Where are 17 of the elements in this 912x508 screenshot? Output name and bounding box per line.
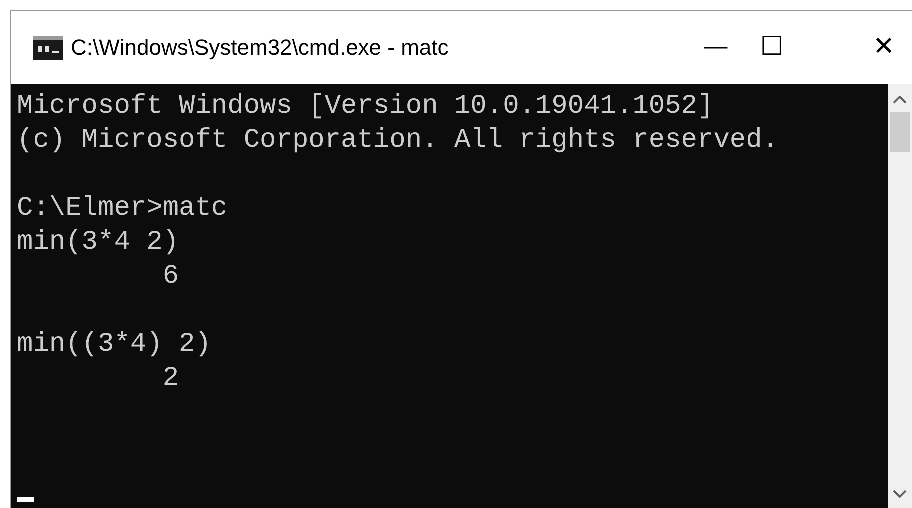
console-line: 6 [162, 261, 180, 294]
console-line: min((3*4) 2) [17, 329, 212, 362]
close-button[interactable]: ✕ [856, 20, 912, 76]
chevron-down-icon[interactable] [893, 490, 907, 498]
console-line: min(3*4 2) [17, 227, 180, 260]
minimize-button[interactable]: — [688, 20, 744, 76]
window-title: C:\Windows\System32\cmd.exe - matc [71, 34, 449, 62]
console-line: Microsoft Windows [Version 10.0.19041.1052] [17, 91, 714, 124]
maximize-button[interactable]: ☐ [744, 20, 800, 76]
chevron-up-icon[interactable] [893, 96, 907, 104]
scrollbar-thumb[interactable] [890, 112, 910, 152]
scrollbar[interactable] [888, 84, 912, 508]
terminal-icon [33, 36, 63, 60]
console-line: C:\Elmer>matc [17, 193, 228, 226]
console-line: 2 [162, 363, 180, 396]
text-cursor [17, 497, 34, 502]
console-line: (c) Microsoft Corporation. All rights reserved. [17, 125, 779, 158]
